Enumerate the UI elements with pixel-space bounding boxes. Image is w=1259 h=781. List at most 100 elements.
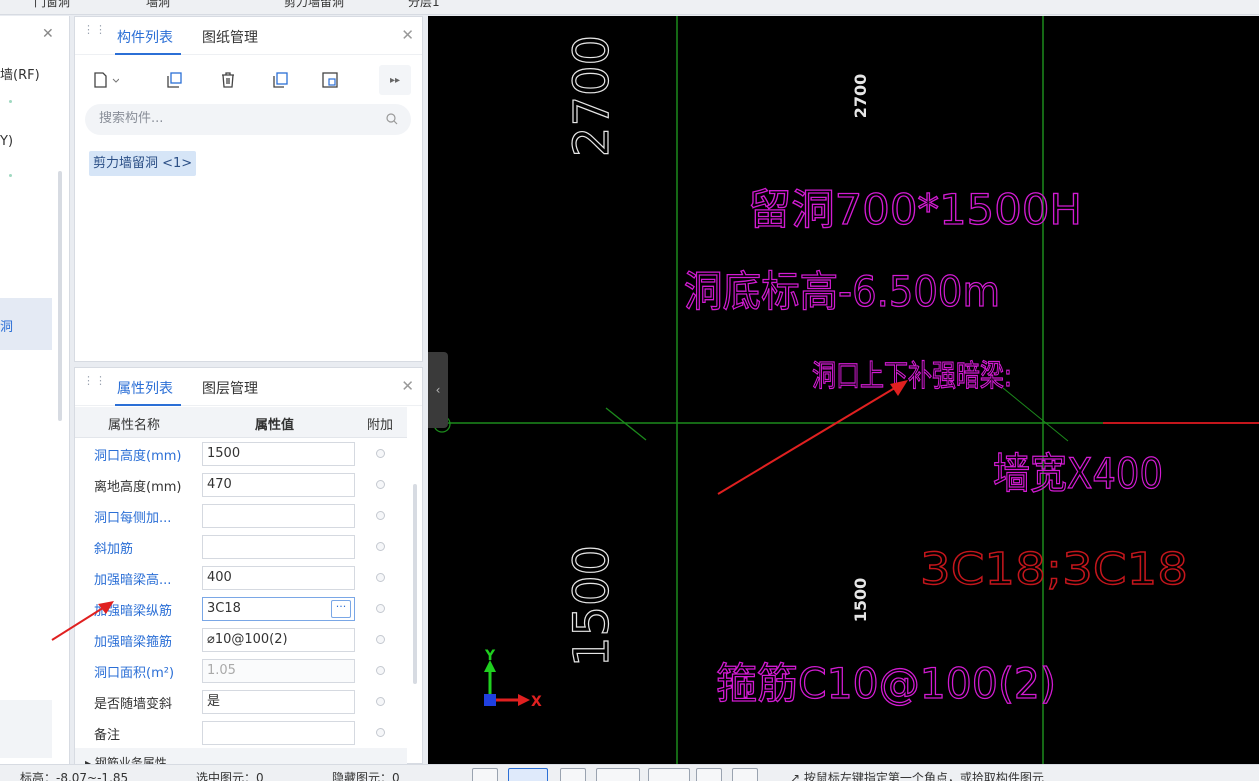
property-table-header: 属性名称 属性值 附加 xyxy=(75,407,407,438)
header-name: 属性名称 xyxy=(108,418,161,433)
tab-component-list[interactable]: 构件列表 xyxy=(117,27,173,47)
property-value-field[interactable]: ⌀10@100(2) xyxy=(202,628,355,652)
search-box[interactable] xyxy=(85,104,411,135)
copy-floor-icon xyxy=(273,72,288,88)
tab-indicator xyxy=(115,404,181,406)
property-value-text: 3C18 xyxy=(207,601,241,616)
property-value-field[interactable]: 3C18 ··· xyxy=(202,597,355,621)
extra-checkbox[interactable] xyxy=(376,449,385,458)
extra-checkbox[interactable] xyxy=(376,604,385,613)
snap-icon[interactable] xyxy=(472,768,498,781)
text-hole-size: 留洞700*1500H xyxy=(748,185,1082,234)
new-component-button[interactable] xyxy=(89,65,119,95)
property-name: 洞口高度(mm) xyxy=(94,449,182,464)
table-row: 是否随墙变斜 是 xyxy=(75,686,407,717)
property-value-field[interactable]: 是 xyxy=(202,690,355,714)
property-name: 斜加筋 xyxy=(94,542,134,557)
text-stirrup: 箍筋C10@100(2) xyxy=(716,659,1056,708)
extra-checkbox[interactable] xyxy=(376,542,385,551)
property-value-field[interactable] xyxy=(202,721,355,745)
search-input[interactable] xyxy=(99,111,369,126)
drag-handle-icon[interactable]: ⋮⋮ xyxy=(83,375,106,392)
ortho-icon[interactable] xyxy=(648,768,690,781)
copy-icon xyxy=(167,72,182,88)
status-elevation: 标高：-8.07~-1.85 xyxy=(20,771,129,781)
extra-checkbox[interactable] xyxy=(376,697,385,706)
text-wall-width: 墙宽X400 xyxy=(993,449,1163,498)
cross-select-icon[interactable] xyxy=(560,768,586,781)
more-button[interactable]: ▸▸ xyxy=(379,65,411,95)
import-component-button[interactable] xyxy=(315,65,345,95)
nav-item-y[interactable]: Y) xyxy=(0,134,13,149)
copy-component-button[interactable] xyxy=(159,65,189,95)
property-name: 加强暗梁高... xyxy=(94,573,172,588)
text-reinforce-beam: 洞口上下补强暗梁: xyxy=(812,359,1012,394)
property-value-field[interactable] xyxy=(202,535,355,559)
topbar-item-door-window[interactable]: 门窗洞 xyxy=(34,0,70,10)
property-name: 加强暗梁箍筋 xyxy=(94,635,173,650)
tab-layer-manage[interactable]: 图层管理 xyxy=(202,378,258,398)
close-icon[interactable]: ✕ xyxy=(42,26,54,42)
property-value-field[interactable] xyxy=(202,504,355,528)
extra-checkbox[interactable] xyxy=(376,573,385,582)
extra-checkbox[interactable] xyxy=(376,635,385,644)
tick-mark xyxy=(605,407,647,441)
property-value-field[interactable]: 470 xyxy=(202,473,355,497)
panel-header: ⋮⋮ 属性列表 图层管理 ✕ xyxy=(75,368,422,406)
table-row: 洞口每侧加... xyxy=(75,500,407,531)
header-value: 属性值 xyxy=(255,418,295,433)
dim-label-1500-small: 1500 xyxy=(851,578,870,623)
extra-checkbox[interactable] xyxy=(376,666,385,675)
topbar-item-wall-hole[interactable]: 墙洞 xyxy=(146,0,170,10)
header-extra: 附加 xyxy=(367,418,394,433)
close-icon[interactable]: ✕ xyxy=(401,26,414,44)
x-axis-head xyxy=(518,694,530,706)
table-row: 洞口高度(mm) 1500 xyxy=(75,438,407,469)
ellipsis-button[interactable]: ··· xyxy=(331,600,351,618)
import-icon xyxy=(322,72,338,88)
collapse-panel-button[interactable]: ‹ xyxy=(428,352,448,428)
axis-origin xyxy=(484,694,496,706)
text-hole-elevation: 洞底标高-6.500m xyxy=(684,267,1000,316)
cad-drawing: 2700 2700 1500 1500 留洞700*1500H 洞底标高-6.5… xyxy=(428,16,1259,764)
dim-label-2700-large: 2700 xyxy=(564,35,620,157)
nav-item-selected[interactable]: 洞 xyxy=(0,298,52,350)
layer-icon[interactable] xyxy=(696,768,722,781)
copy-to-floor-button[interactable] xyxy=(265,65,295,95)
text-rebar: 3C18;3C18 xyxy=(920,544,1188,595)
select-mode-icon[interactable] xyxy=(508,768,548,781)
table-row: 加强暗梁高... 400 xyxy=(75,562,407,593)
table-row: 洞口面积(m²) 1.05 xyxy=(75,655,407,686)
topbar-item-layer[interactable]: 分层1 xyxy=(408,0,440,10)
status-bar: 标高：-8.07~-1.85 选中图元：0 隐藏图元：0 ↗ 按鼠标左键指定第一… xyxy=(0,764,1259,781)
close-icon[interactable]: ✕ xyxy=(401,377,414,395)
tab-indicator xyxy=(115,53,181,55)
nav-item-hole: 洞 xyxy=(0,320,14,335)
scrollbar[interactable] xyxy=(413,484,417,684)
top-toolbar: 门窗洞 墙洞 剪力墙留洞 分层1 xyxy=(0,0,1259,15)
polyline-select-icon[interactable] xyxy=(596,768,640,781)
table-row: 加强暗梁纵筋 3C18 ··· xyxy=(75,593,407,624)
tab-drawing-manage[interactable]: 图纸管理 xyxy=(202,27,258,47)
component-item[interactable]: 剪力墙留洞 <1> xyxy=(89,151,197,176)
scrollbar[interactable] xyxy=(58,171,62,421)
search-icon[interactable] xyxy=(385,112,399,126)
delete-component-button[interactable] xyxy=(213,65,243,95)
drawing-canvas[interactable]: 2700 2700 1500 1500 留洞700*1500H 洞底标高-6.5… xyxy=(428,16,1259,764)
property-value-field[interactable]: 400 xyxy=(202,566,355,590)
extra-checkbox[interactable] xyxy=(376,511,385,520)
property-name: 洞口每侧加... xyxy=(94,511,172,526)
table-row: 备注 xyxy=(75,717,407,748)
trace-icon[interactable] xyxy=(732,768,758,781)
dim-label-2700-small: 2700 xyxy=(851,74,870,119)
property-name: 离地高度(mm) xyxy=(94,480,182,495)
tab-property-list[interactable]: 属性列表 xyxy=(117,378,173,398)
property-value-field[interactable]: 1500 xyxy=(202,442,355,466)
extra-checkbox[interactable] xyxy=(376,480,385,489)
nav-item-wall-rf[interactable]: 墙(RF) xyxy=(0,64,40,83)
extra-checkbox[interactable] xyxy=(376,728,385,737)
table-row: 离地高度(mm) 470 xyxy=(75,469,407,500)
drag-handle-icon[interactable]: ⋮⋮ xyxy=(83,24,106,41)
status-dot-icon xyxy=(9,174,12,177)
topbar-item-shear-wall-hole[interactable]: 剪力墙留洞 xyxy=(284,0,344,10)
